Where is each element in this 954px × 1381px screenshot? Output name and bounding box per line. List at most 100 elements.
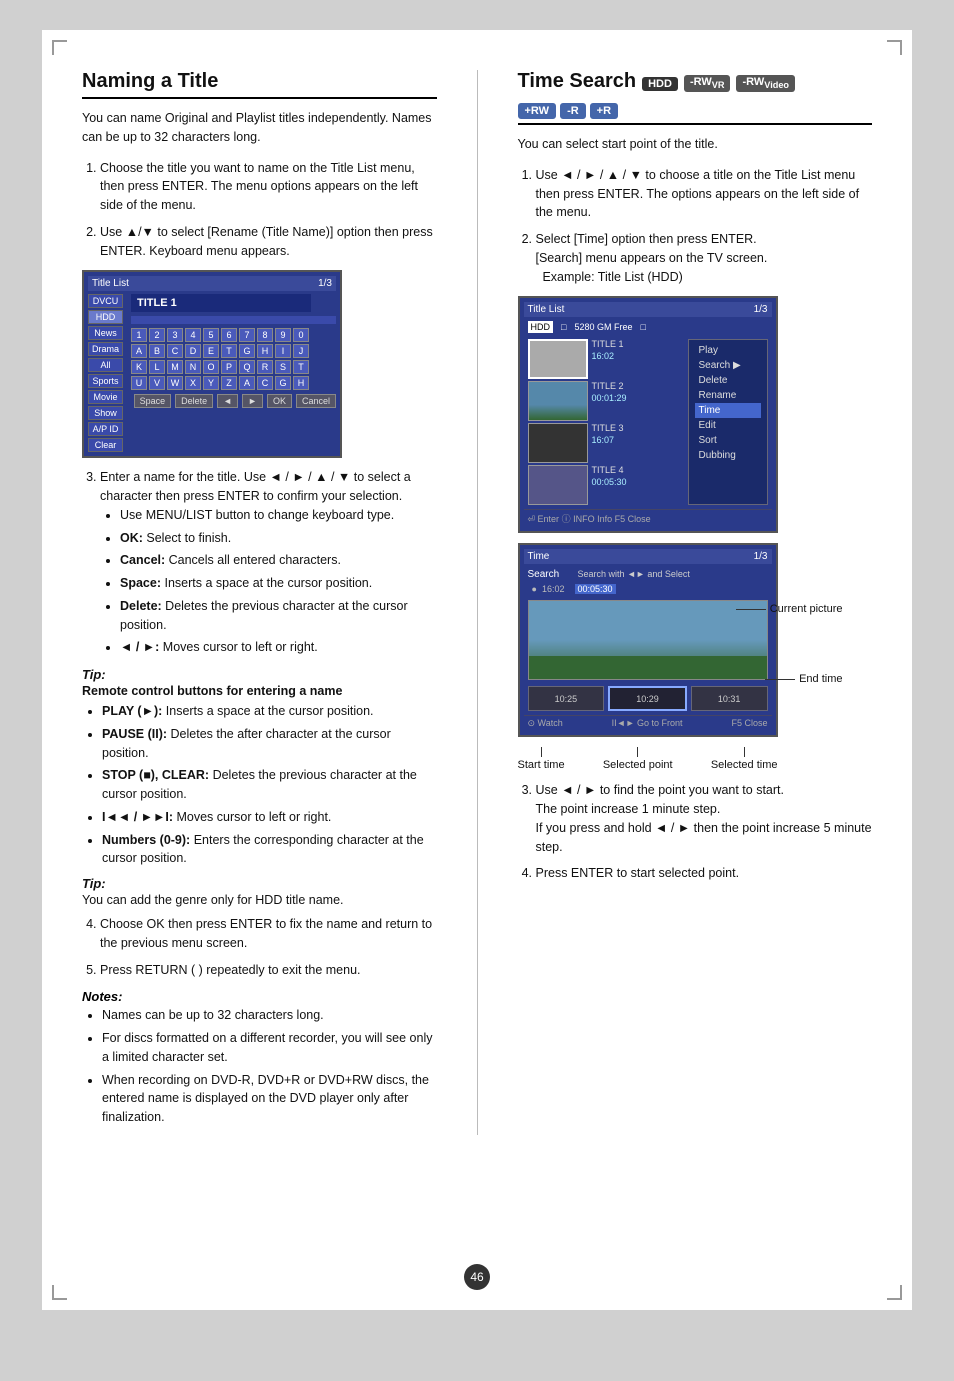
- key-g2[interactable]: G: [275, 376, 291, 390]
- key-j[interactable]: J: [293, 344, 309, 358]
- key-y[interactable]: Y: [203, 376, 219, 390]
- key-b[interactable]: B: [149, 344, 165, 358]
- ts-slider-2[interactable]: 10:29: [608, 686, 687, 711]
- key-7[interactable]: 7: [239, 328, 255, 342]
- key-8[interactable]: 8: [257, 328, 273, 342]
- tip1-stop: STOP (■), CLEAR: Deletes the previous ch…: [102, 766, 437, 804]
- ts-footer-close[interactable]: F5 Close: [731, 718, 767, 729]
- key-i[interactable]: I: [275, 344, 291, 358]
- key-z[interactable]: Z: [221, 376, 237, 390]
- key-a2[interactable]: A: [239, 376, 255, 390]
- annotation-label-end: End time: [799, 673, 842, 685]
- panel-all[interactable]: All: [88, 358, 123, 372]
- key-v[interactable]: V: [149, 376, 165, 390]
- ts-footer-watch[interactable]: ⊙ Watch: [528, 718, 563, 729]
- ts-header: Time 1/3: [524, 549, 772, 564]
- key-s[interactable]: S: [275, 360, 291, 374]
- ts-time-opt2: 00:05:30: [575, 584, 616, 594]
- key-q[interactable]: Q: [239, 360, 255, 374]
- menu-sort[interactable]: Sort: [695, 433, 761, 448]
- ts-header-page: 1/3: [754, 551, 768, 562]
- menu-search[interactable]: Search ▶: [695, 358, 761, 373]
- tl-titles-list: TITLE 1 16:02 TITLE 2 00:01:29: [528, 339, 684, 505]
- btn-space[interactable]: Space: [134, 394, 172, 408]
- key-e[interactable]: E: [203, 344, 219, 358]
- key-6[interactable]: 6: [221, 328, 237, 342]
- panel-hdd[interactable]: HDD: [88, 310, 123, 324]
- ts-search-label: Search: [528, 569, 568, 580]
- panel-sports[interactable]: Sports: [88, 374, 123, 388]
- key-n[interactable]: N: [185, 360, 201, 374]
- ts-preview-image: [528, 600, 768, 680]
- ts-slider-3[interactable]: 10:31: [691, 686, 768, 711]
- tl-thumb-2: [528, 381, 588, 421]
- annotation-line-current: [736, 609, 766, 610]
- tl-titles-area: TITLE 1 16:02 TITLE 2 00:01:29: [524, 337, 772, 507]
- key-h[interactable]: H: [257, 344, 273, 358]
- key-o[interactable]: O: [203, 360, 219, 374]
- ts-instructions: Search with ◄► and Select: [574, 568, 694, 580]
- tl-title1-row: TITLE 1 16:02: [528, 339, 684, 379]
- tl-footer: ⏎ Enter ⓘ INFO Info F5 Close: [524, 509, 772, 527]
- menu-time[interactable]: Time: [695, 403, 761, 418]
- btn-right[interactable]: ►: [242, 394, 263, 408]
- key-4[interactable]: 4: [185, 328, 201, 342]
- annotation-selected-point-label: Selected point: [603, 759, 673, 771]
- ts-slider-1[interactable]: 10:25: [528, 686, 605, 711]
- key-d[interactable]: D: [185, 344, 201, 358]
- page: Naming a Title You can name Original and…: [42, 30, 912, 1310]
- key-x[interactable]: X: [185, 376, 201, 390]
- keyboard-grid[interactable]: 1234567890 ABCDETGHIJ KLMNOPQRST UVWXYZA…: [131, 328, 336, 390]
- badge-rwvideo: -RWVideo: [736, 75, 795, 91]
- corner-mark-bl: [52, 1285, 67, 1300]
- corner-mark-tr: [887, 40, 902, 55]
- naming-steps-3: Choose OK then press ENTER to fix the na…: [82, 915, 437, 979]
- panel-apid[interactable]: A/P ID: [88, 422, 123, 436]
- key-u[interactable]: U: [131, 376, 147, 390]
- panel-clear[interactable]: Clear: [88, 438, 123, 452]
- key-0[interactable]: 0: [293, 328, 309, 342]
- tip1-label: Tip:: [82, 667, 437, 682]
- key-g[interactable]: G: [239, 344, 255, 358]
- key-a[interactable]: A: [131, 344, 147, 358]
- notes-bullets: Names can be up to 32 characters long. F…: [82, 1006, 437, 1127]
- tl-title4-label: TITLE 4: [592, 465, 627, 475]
- ts-footer-fast[interactable]: II◄► Go to Front: [612, 718, 683, 729]
- progress-bar: [131, 316, 336, 324]
- ts-step-1: Use ◄ / ► / ▲ / ▼ to choose a title on t…: [536, 166, 873, 222]
- btn-delete[interactable]: Delete: [175, 394, 213, 408]
- panel-dvcu[interactable]: DVCU: [88, 294, 123, 308]
- menu-edit[interactable]: Edit: [695, 418, 761, 433]
- panel-show[interactable]: Show: [88, 406, 123, 420]
- key-h2[interactable]: H: [293, 376, 309, 390]
- btn-left[interactable]: ◄: [217, 394, 238, 408]
- menu-delete[interactable]: Delete: [695, 373, 761, 388]
- key-5[interactable]: 5: [203, 328, 219, 342]
- key-2[interactable]: 2: [149, 328, 165, 342]
- menu-rename[interactable]: Rename: [695, 388, 761, 403]
- key-t[interactable]: T: [221, 344, 237, 358]
- key-l[interactable]: L: [149, 360, 165, 374]
- panel-movie[interactable]: Movie: [88, 390, 123, 404]
- key-w[interactable]: W: [167, 376, 183, 390]
- ts-footer: ⊙ Watch II◄► Go to Front F5 Close: [524, 715, 772, 731]
- key-3[interactable]: 3: [167, 328, 183, 342]
- key-c[interactable]: C: [167, 344, 183, 358]
- btn-ok[interactable]: OK: [267, 394, 292, 408]
- key-t2[interactable]: T: [293, 360, 309, 374]
- bullet-delete: Delete: Deletes the previous character a…: [120, 597, 437, 635]
- key-9[interactable]: 9: [275, 328, 291, 342]
- key-r[interactable]: R: [257, 360, 273, 374]
- panel-news[interactable]: News: [88, 326, 123, 340]
- btn-cancel[interactable]: Cancel: [296, 394, 336, 408]
- timesearch-steps-2: Use ◄ / ► to find the point you want to …: [518, 781, 873, 883]
- panel-drama[interactable]: Drama: [88, 342, 123, 356]
- key-m[interactable]: M: [167, 360, 183, 374]
- key-1[interactable]: 1: [131, 328, 147, 342]
- menu-play[interactable]: Play: [695, 343, 761, 358]
- key-k[interactable]: K: [131, 360, 147, 374]
- menu-dubbing[interactable]: Dubbing: [695, 448, 761, 463]
- key-c2[interactable]: C: [257, 376, 273, 390]
- key-p[interactable]: P: [221, 360, 237, 374]
- note-2: For discs formatted on a different recor…: [102, 1029, 437, 1067]
